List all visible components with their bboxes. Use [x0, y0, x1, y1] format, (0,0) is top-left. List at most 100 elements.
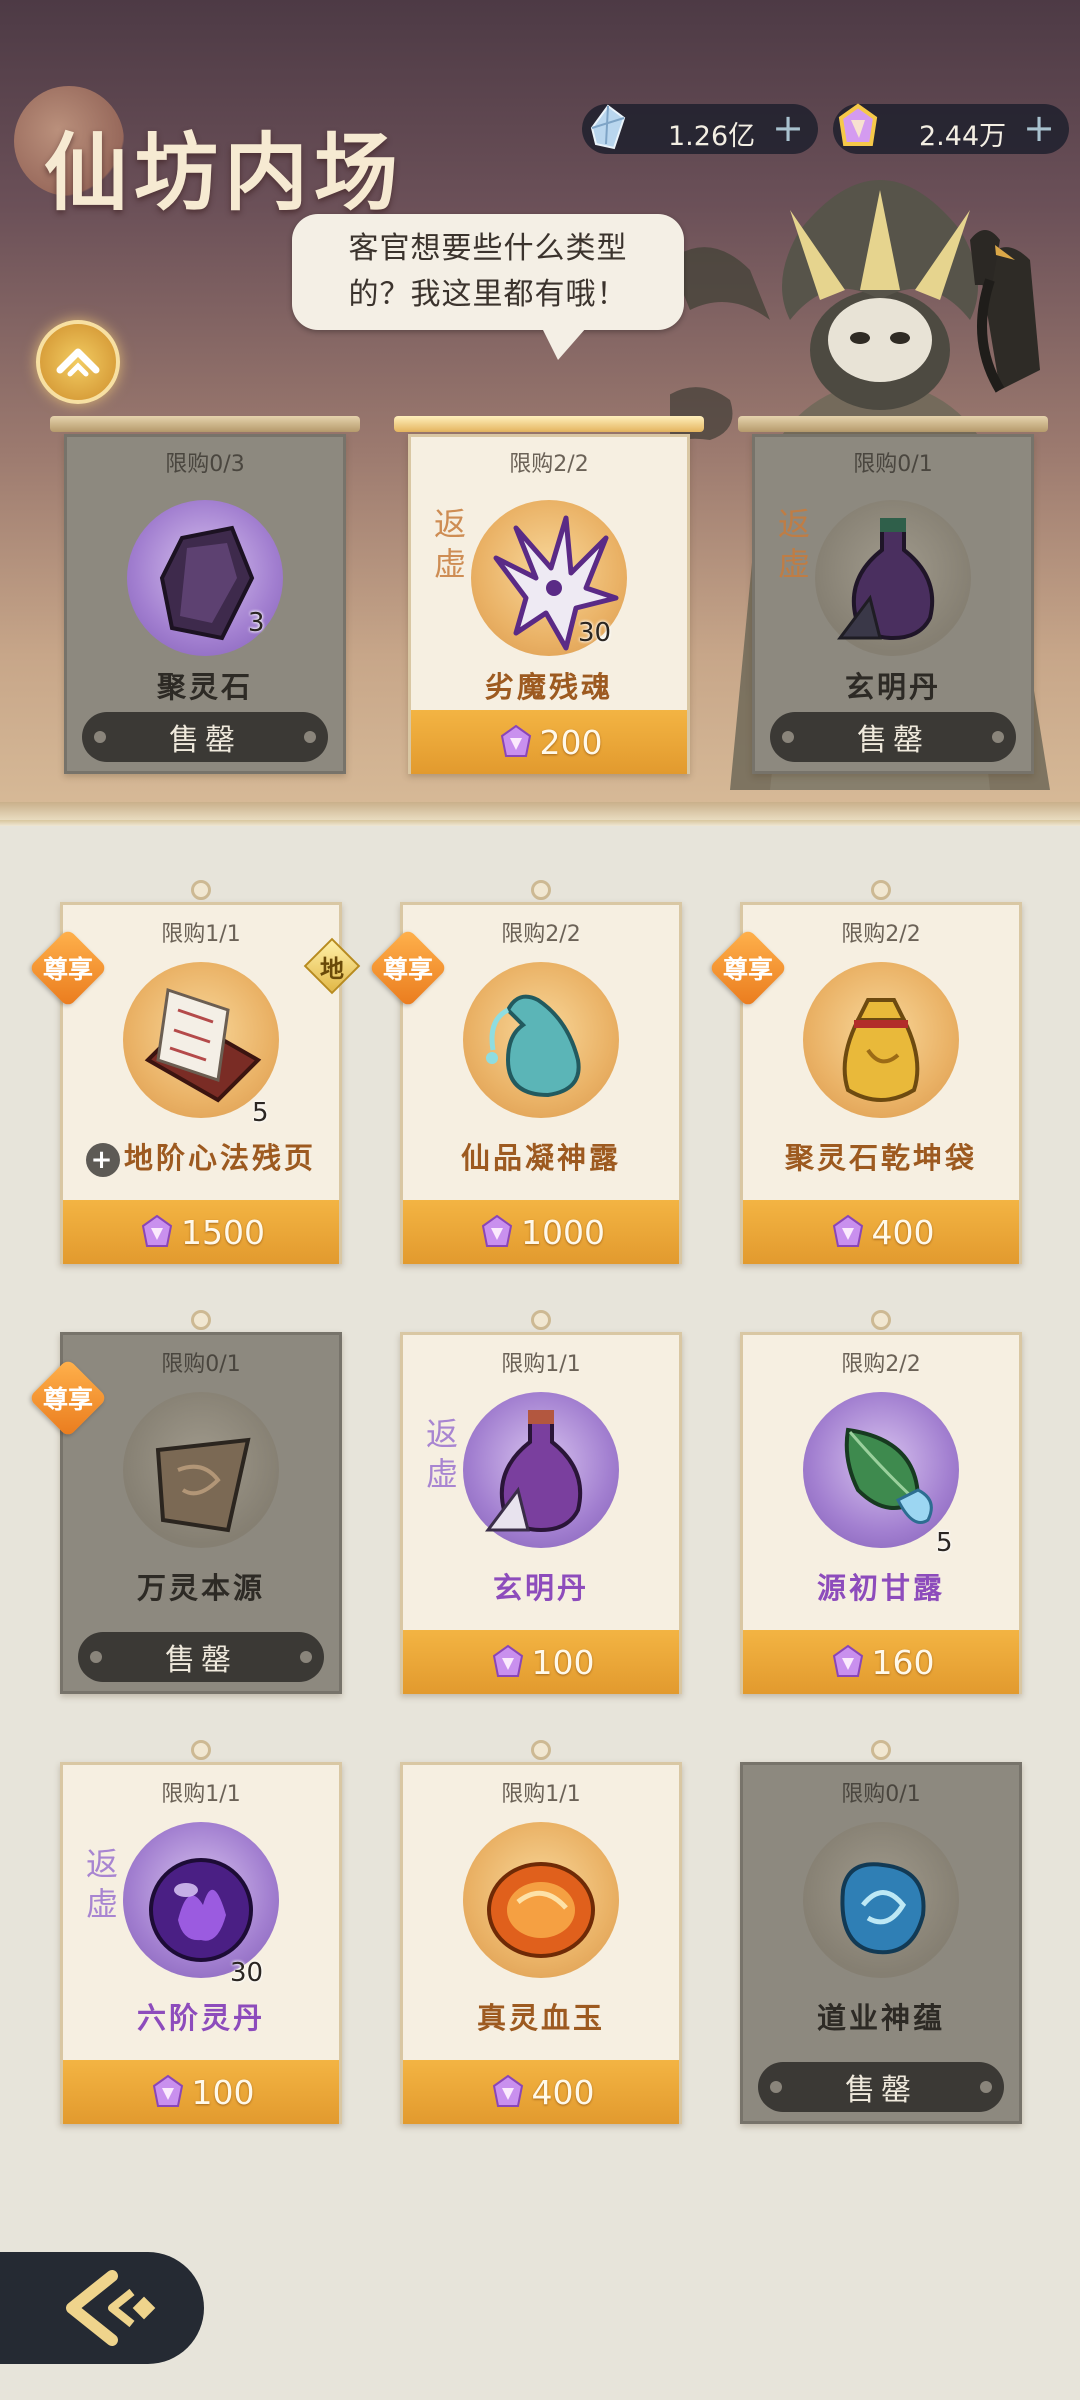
- item-quantity: 5: [252, 1098, 269, 1128]
- item-name: 聚灵石乾坤袋: [784, 1141, 977, 1175]
- card-hanger: [531, 1310, 551, 1330]
- elixir-bottle-icon: [485, 1410, 583, 1533]
- tier-badge-text: 地: [320, 953, 344, 983]
- item-name-text: 地阶心法残页: [123, 1141, 316, 1175]
- purchase-limit: 限购2/2: [509, 452, 589, 477]
- item-quantity: 30: [230, 1958, 264, 1988]
- item-name: 玄明丹: [492, 1571, 589, 1605]
- treasure-pouch-icon: [842, 998, 920, 1102]
- crystal-amount: 1.26亿: [668, 121, 756, 152]
- purple-gem-icon: [152, 2074, 183, 2107]
- tier-badge: 地: [303, 937, 361, 995]
- item-price: 200: [539, 722, 603, 762]
- featured-item-card[interactable]: 限购0/3 3 聚灵石 售罄: [50, 400, 360, 784]
- purchase-limit: 限购0/1: [841, 1782, 921, 1807]
- item-name: 六阶灵丹: [136, 2001, 265, 2035]
- buy-button[interactable]: 400: [743, 1200, 1019, 1264]
- tier-lock-icon: +: [85, 1143, 120, 1177]
- card-hanger: [531, 880, 551, 900]
- add-crystal-button[interactable]: +: [772, 106, 804, 150]
- origin-shard-icon: [155, 1437, 251, 1533]
- purple-gem-icon: [141, 1214, 173, 1247]
- featured-item-card[interactable]: 限购0/1 返虚 玄明丹 售罄: [738, 400, 1048, 784]
- purchase-limit: 限购0/1: [853, 452, 933, 477]
- item-price: 1500: [181, 1212, 265, 1252]
- spirit-stone-icon: [159, 525, 255, 641]
- buy-button[interactable]: 200: [411, 710, 687, 774]
- buy-button[interactable]: 100: [63, 2060, 339, 2124]
- purchase-limit: 限购0/3: [165, 452, 245, 477]
- back-button[interactable]: [0, 2252, 204, 2364]
- section-divider: [0, 820, 1080, 826]
- vip-badge-text: 尊享: [42, 955, 93, 984]
- shop-item-card[interactable]: 限购1/1 返虚 30 六阶灵丹 100: [60, 1740, 342, 2124]
- add-gem-button[interactable]: +: [1023, 106, 1055, 150]
- card-hanger: [531, 1740, 551, 1760]
- shop-item-card[interactable]: 限购1/1 真灵血玉 400: [400, 1740, 682, 2124]
- dew-vase-icon: [486, 994, 581, 1098]
- item-name: 源初甘露: [816, 1571, 945, 1605]
- purple-gem-icon: [832, 1214, 863, 1247]
- item-name: 真灵血玉: [476, 2001, 605, 2035]
- purchase-limit: 限购2/2: [841, 1352, 921, 1377]
- featured-item-card[interactable]: 限购2/2 返虚 30 劣魔残魂 200: [394, 400, 704, 784]
- purple-gem-icon: [481, 1214, 513, 1247]
- vip-exclusive-badge: 尊享: [708, 928, 788, 1008]
- card-hanger: [871, 880, 891, 900]
- demon-soul-icon: [493, 515, 619, 651]
- vip-exclusive-badge: 尊享: [28, 928, 108, 1008]
- chevron-up-icon: [56, 348, 100, 377]
- card-hanger: [191, 1740, 211, 1760]
- buy-button[interactable]: 100: [403, 1630, 679, 1694]
- npc-dialog-line-1: 客官想要些什么类型: [348, 231, 628, 266]
- vip-badge-text: 尊享: [42, 1385, 93, 1414]
- purchase-limit: 限购1/1: [161, 1782, 241, 1807]
- item-price: 100: [531, 1642, 595, 1682]
- purple-gem-icon: [838, 103, 878, 146]
- item-price: 400: [871, 1212, 935, 1252]
- item-price: 100: [191, 2072, 255, 2112]
- vip-badge-text: 尊享: [722, 955, 773, 984]
- shop-item-card[interactable]: 限购2/2 聚灵石乾坤袋 400 尊享: [708, 880, 1022, 1264]
- blood-jade-icon: [487, 1862, 595, 1958]
- purchase-limit: 限购1/1: [501, 1782, 581, 1807]
- sold-out-label: 售罄: [770, 712, 1016, 762]
- item-quantity: 3: [248, 608, 265, 638]
- card-hanger: [191, 880, 211, 900]
- shop-item-card[interactable]: 限购0/1 道业神蕴 售罄: [740, 1740, 1022, 2124]
- npc-speech-bubble: 客官想要些什么类型 的？我这里都有哦！: [292, 214, 684, 360]
- item-name: 聚灵石: [156, 670, 253, 704]
- buy-button[interactable]: 400: [403, 2060, 679, 2124]
- buy-button[interactable]: 1500: [63, 1200, 339, 1264]
- shop-item-card[interactable]: 限购1/1 返虚 玄明丹 100: [400, 1310, 682, 1694]
- item-price: 1000: [521, 1212, 605, 1252]
- currency-gem: 2.44万 +: [833, 103, 1069, 154]
- buy-button[interactable]: 1000: [403, 1200, 679, 1264]
- spirit-pill-orb-icon: [149, 1858, 253, 1962]
- shop-item-card[interactable]: 限购2/2 5 源初甘露 160: [740, 1310, 1022, 1694]
- dao-essence-orb-icon: [840, 1862, 926, 1955]
- purchase-limit: 限购1/1: [501, 1352, 581, 1377]
- collapse-button[interactable]: [36, 320, 120, 404]
- item-name: 道业神蕴: [816, 2001, 945, 2035]
- card-hanger: [871, 1310, 891, 1330]
- gem-amount: 2.44万: [919, 121, 1007, 152]
- buy-button[interactable]: 160: [743, 1630, 1019, 1694]
- item-quantity: 30: [578, 618, 612, 648]
- card-hanger: [871, 1740, 891, 1760]
- shop-item-card[interactable]: 限购0/1 万灵本源 售罄 尊享: [28, 1310, 342, 1694]
- elixir-bottle-icon: [837, 518, 935, 641]
- purple-gem-icon: [492, 2074, 523, 2107]
- sold-out-label: 售罄: [82, 712, 328, 762]
- item-name: + 地阶心法残页: [60, 1135, 342, 1177]
- purple-gem-icon: [500, 724, 531, 757]
- sold-out-label: 售罄: [78, 1632, 324, 1682]
- item-name: 万灵本源: [136, 1571, 265, 1605]
- scroll-rod: [394, 416, 704, 432]
- shop-item-card[interactable]: 限购2/2 仙品凝神露 1000 尊享: [368, 880, 682, 1264]
- back-arrow-icon: [66, 2270, 156, 2346]
- scroll-rod: [50, 416, 360, 432]
- sold-out-label: 售罄: [758, 2062, 1004, 2112]
- item-price: 160: [871, 1642, 935, 1682]
- shop-item-card[interactable]: 限购1/1 5 + 地阶心法残页 1500 尊享 地: [28, 880, 361, 1264]
